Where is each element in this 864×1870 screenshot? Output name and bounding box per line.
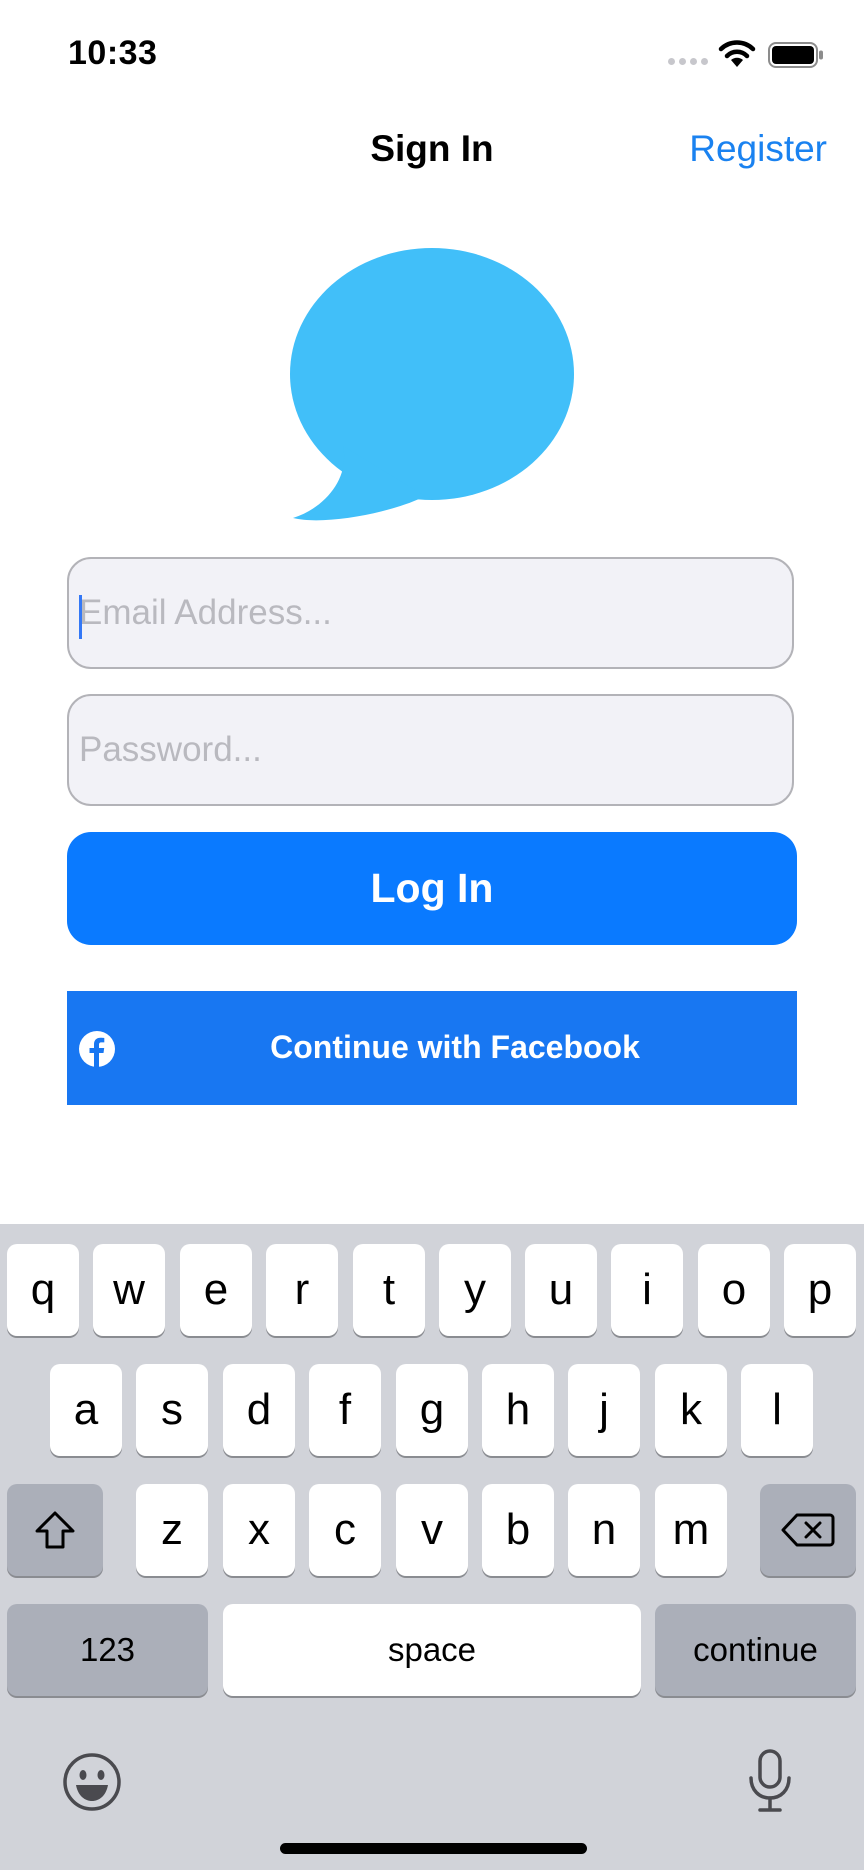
key-l[interactable]: l [741,1364,813,1456]
key-v[interactable]: v [396,1484,468,1576]
key-b[interactable]: b [482,1484,554,1576]
key-c[interactable]: c [309,1484,381,1576]
email-field[interactable]: Email Address... [67,557,794,669]
key-z[interactable]: z [136,1484,208,1576]
key-u[interactable]: u [525,1244,597,1336]
shift-icon [35,1511,75,1549]
home-indicator [280,1843,587,1854]
key-m[interactable]: m [655,1484,727,1576]
key-h[interactable]: h [482,1364,554,1456]
key-k[interactable]: k [655,1364,727,1456]
key-j[interactable]: j [568,1364,640,1456]
key-q[interactable]: q [7,1244,79,1336]
key-f[interactable]: f [309,1364,381,1456]
key-d[interactable]: d [223,1364,295,1456]
continue-key[interactable]: continue [655,1604,856,1696]
key-i[interactable]: i [611,1244,683,1336]
backspace-icon [781,1513,835,1547]
password-placeholder: Password... [79,730,262,769]
key-y[interactable]: y [439,1244,511,1336]
signal-icon [668,58,710,68]
register-button[interactable]: Register [689,128,827,170]
login-button[interactable]: Log In [67,832,797,945]
key-w[interactable]: w [93,1244,165,1336]
key-t[interactable]: t [353,1244,425,1336]
key-o[interactable]: o [698,1244,770,1336]
facebook-login-button[interactable]: Continue with Facebook [67,991,797,1105]
emoji-icon[interactable] [62,1752,122,1812]
chat-bubble-logo [290,248,574,521]
key-x[interactable]: x [223,1484,295,1576]
backspace-key[interactable] [760,1484,856,1576]
status-time: 10:33 [68,34,158,72]
key-n[interactable]: n [568,1484,640,1576]
text-caret [79,595,82,639]
key-a[interactable]: a [50,1364,122,1456]
shift-key[interactable] [7,1484,103,1576]
facebook-button-label: Continue with Facebook [270,1029,640,1065]
wifi-icon [718,40,756,67]
microphone-icon[interactable] [744,1748,796,1814]
key-e[interactable]: e [180,1244,252,1336]
email-placeholder: Email Address... [79,593,332,632]
numbers-key[interactable]: 123 [7,1604,208,1696]
password-field[interactable]: Password... [67,694,794,806]
key-s[interactable]: s [136,1364,208,1456]
key-p[interactable]: p [784,1244,856,1336]
key-r[interactable]: r [266,1244,338,1336]
key-g[interactable]: g [396,1364,468,1456]
space-key[interactable]: space [223,1604,641,1696]
battery-icon [768,42,823,68]
